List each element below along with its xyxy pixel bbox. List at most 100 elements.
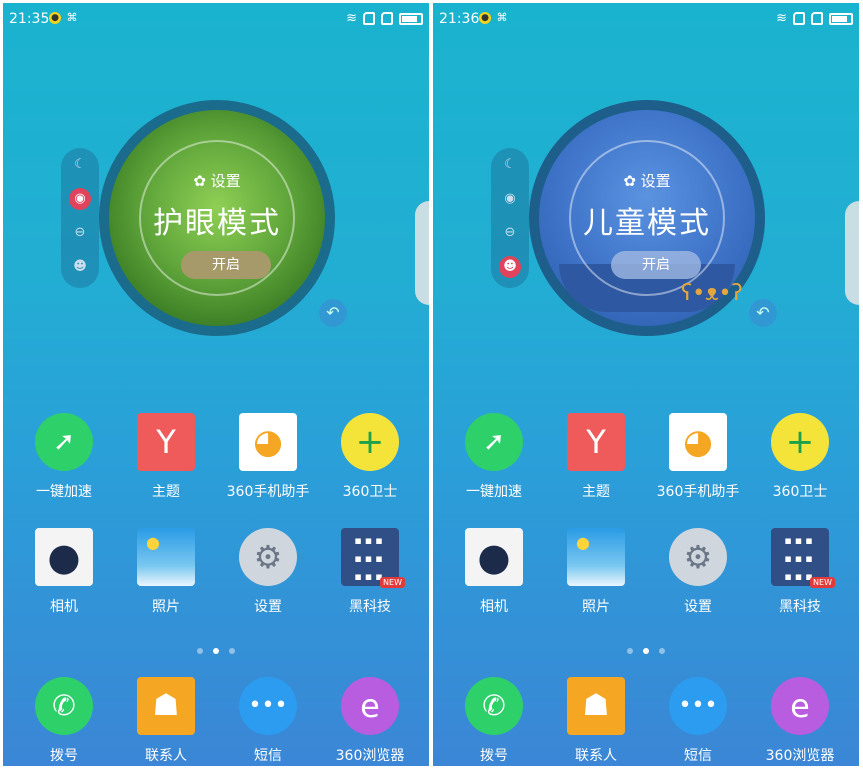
edge-handle[interactable] <box>415 201 429 305</box>
notification-icon: ● <box>479 12 491 24</box>
app-store[interactable]: ◕ 360手机助手 <box>648 413 748 501</box>
camera-icon: ● <box>465 528 523 586</box>
app-phone[interactable]: ✆ 拨号 <box>444 677 544 765</box>
edge-handle[interactable] <box>845 201 859 305</box>
steering-wheel-icon[interactable]: ⊖ <box>499 222 521 244</box>
speed-icon: ➚ <box>465 413 523 471</box>
steering-wheel-icon[interactable]: ⊖ <box>69 222 91 244</box>
sim2-icon <box>381 12 393 25</box>
back-icon[interactable]: ↶ <box>319 299 347 327</box>
page-dot-active[interactable] <box>213 648 219 654</box>
app-theme[interactable]: Y 主题 <box>546 413 646 501</box>
page-indicator <box>3 639 429 658</box>
app-black-tech[interactable]: ▪▪▪ ▪▪▪ ▪▪▪ NEW 黑科技 <box>750 528 850 616</box>
speed-icon: ➚ <box>35 413 93 471</box>
settings-icon: ⚙ <box>239 528 297 586</box>
app-speed-boost[interactable]: ➚ 一键加速 <box>14 413 114 501</box>
mode-settings-link[interactable]: ✿ 设置 <box>539 170 755 191</box>
status-bar: 21:35 ● ⌘ ≋ <box>3 3 429 35</box>
mode-settings-link[interactable]: ✿ 设置 <box>109 170 325 191</box>
wifi-icon: ≋ <box>346 11 357 26</box>
kid-mode-dial: ✿ 设置 儿童模式 开启 ʕ•ᴥ•ʔ <box>529 100 765 336</box>
mode-title: 儿童模式 <box>583 206 711 241</box>
messages-icon: ••• <box>239 677 297 735</box>
mode-slider[interactable]: ☾ ◉ ⊖ ☻ <box>491 148 529 288</box>
page-dot-active[interactable] <box>643 648 649 654</box>
app-speed-boost[interactable]: ➚ 一键加速 <box>444 413 544 501</box>
app-camera[interactable]: ● 相机 <box>444 528 544 616</box>
battery-icon <box>829 12 853 25</box>
app-photos[interactable]: ● 照片 <box>116 528 216 616</box>
browser-icon: e <box>341 677 399 735</box>
moon-icon[interactable]: ☾ <box>69 154 91 176</box>
app-browser[interactable]: e 360浏览器 <box>320 677 420 765</box>
enable-mode-button[interactable]: 开启 <box>611 251 701 279</box>
security-icon: + <box>771 413 829 471</box>
eye-icon[interactable]: ◉ <box>499 188 521 210</box>
app-settings[interactable]: ⚙ 设置 <box>218 528 318 616</box>
messages-icon: ••• <box>669 677 727 735</box>
app-messages[interactable]: ••• 短信 <box>218 677 318 765</box>
black-tech-icon: ▪▪▪ ▪▪▪ ▪▪▪ NEW <box>771 528 835 588</box>
sim1-icon <box>363 12 375 25</box>
back-icon[interactable]: ↶ <box>749 299 777 327</box>
theme-icon: Y <box>137 413 195 471</box>
app-messages[interactable]: ••• 短信 <box>648 677 748 765</box>
contacts-icon: ☗ <box>567 677 625 735</box>
page-dot[interactable] <box>659 648 665 654</box>
app-phone[interactable]: ✆ 拨号 <box>14 677 114 765</box>
phone-icon: ✆ <box>465 677 523 735</box>
kid-face-icon[interactable]: ☻ <box>499 256 521 278</box>
camera-icon: ● <box>35 528 93 586</box>
security-icon: + <box>341 413 399 471</box>
phone-screen-left: 21:35 ● ⌘ ≋ ☾ ◉ ⊖ ☻ ✿ 设置 护眼模式 开启 ↶ ➚ 一键加… <box>3 3 429 766</box>
mode-title: 护眼模式 <box>153 206 281 241</box>
app-black-tech[interactable]: ▪▪▪ ▪▪▪ ▪▪▪ NEW 黑科技 <box>320 528 420 616</box>
moon-icon[interactable]: ☾ <box>499 154 521 176</box>
page-dot[interactable] <box>627 648 633 654</box>
eye-icon[interactable]: ◉ <box>69 188 91 210</box>
phone-screen-right: 21:36 ● ⌘ ≋ ☾ ◉ ⊖ ☻ ✿ 设置 儿童模式 开启 ʕ•ᴥ•ʔ ↶… <box>433 3 859 766</box>
status-time: 21:36 <box>439 11 480 27</box>
app-settings[interactable]: ⚙ 设置 <box>648 528 748 616</box>
mode-slider[interactable]: ☾ ◉ ⊖ ☻ <box>61 148 99 288</box>
status-time: 21:35 <box>9 11 50 27</box>
app-360-security[interactable]: + 360卫士 <box>750 413 850 501</box>
app-theme[interactable]: Y 主题 <box>116 413 216 501</box>
app-store-icon: ◕ <box>239 413 297 471</box>
app-camera[interactable]: ● 相机 <box>14 528 114 616</box>
new-badge: NEW <box>810 577 835 588</box>
battery-icon <box>399 12 423 25</box>
bear-icon: ʕ•ᴥ•ʔ <box>681 281 743 306</box>
browser-icon: e <box>771 677 829 735</box>
sim1-icon <box>793 12 805 25</box>
page-dot[interactable] <box>229 648 235 654</box>
kid-face-icon[interactable]: ☻ <box>69 256 91 278</box>
contacts-icon: ☗ <box>137 677 195 735</box>
app-contacts[interactable]: ☗ 联系人 <box>116 677 216 765</box>
screenshot-icon: ⌘ <box>66 11 78 24</box>
app-photos[interactable]: ● 照片 <box>546 528 646 616</box>
app-contacts[interactable]: ☗ 联系人 <box>546 677 646 765</box>
page-indicator <box>433 639 859 658</box>
gear-icon: ✿ <box>623 172 636 190</box>
enable-mode-button[interactable]: 开启 <box>181 251 271 279</box>
photos-icon: ● <box>567 528 625 586</box>
theme-icon: Y <box>567 413 625 471</box>
app-browser[interactable]: e 360浏览器 <box>750 677 850 765</box>
app-360-security[interactable]: + 360卫士 <box>320 413 420 501</box>
gear-icon: ✿ <box>193 172 206 190</box>
photos-icon: ● <box>137 528 195 586</box>
wifi-icon: ≋ <box>776 11 787 26</box>
app-store[interactable]: ◕ 360手机助手 <box>218 413 318 501</box>
eye-care-mode-dial: ✿ 设置 护眼模式 开启 <box>99 100 335 336</box>
notification-icon: ● <box>49 12 61 24</box>
settings-icon: ⚙ <box>669 528 727 586</box>
new-badge: NEW <box>380 577 405 588</box>
black-tech-icon: ▪▪▪ ▪▪▪ ▪▪▪ NEW <box>341 528 405 588</box>
phone-icon: ✆ <box>35 677 93 735</box>
screenshot-icon: ⌘ <box>496 11 508 24</box>
page-dot[interactable] <box>197 648 203 654</box>
status-bar: 21:36 ● ⌘ ≋ <box>433 3 859 35</box>
sim2-icon <box>811 12 823 25</box>
